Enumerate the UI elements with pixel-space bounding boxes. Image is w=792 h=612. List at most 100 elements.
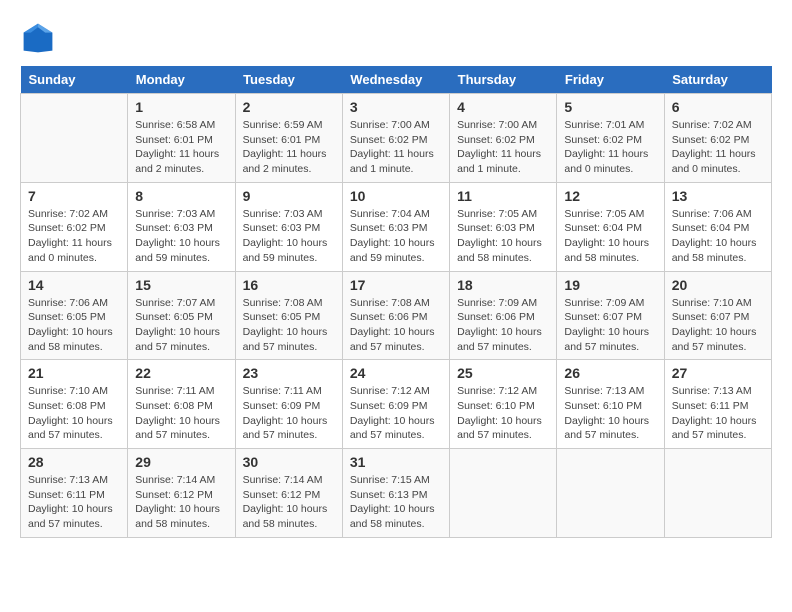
day-info: Sunrise: 7:13 AM Sunset: 6:10 PM Dayligh… xyxy=(564,384,656,443)
calendar-cell xyxy=(557,449,664,538)
day-number: 28 xyxy=(28,454,120,470)
calendar-cell: 23 Sunrise: 7:11 AM Sunset: 6:09 PM Dayli… xyxy=(235,360,342,449)
calendar-cell: 14 Sunrise: 7:06 AM Sunset: 6:05 PM Dayli… xyxy=(21,271,128,360)
day-info: Sunrise: 7:04 AM Sunset: 6:03 PM Dayligh… xyxy=(350,207,442,266)
day-number: 27 xyxy=(672,365,764,381)
day-info: Sunrise: 7:13 AM Sunset: 6:11 PM Dayligh… xyxy=(672,384,764,443)
day-number: 14 xyxy=(28,277,120,293)
calendar-cell: 18 Sunrise: 7:09 AM Sunset: 6:06 PM Dayli… xyxy=(450,271,557,360)
calendar-cell: 25 Sunrise: 7:12 AM Sunset: 6:10 PM Dayli… xyxy=(450,360,557,449)
day-info: Sunrise: 7:14 AM Sunset: 6:12 PM Dayligh… xyxy=(135,473,227,532)
calendar-cell: 11 Sunrise: 7:05 AM Sunset: 6:03 PM Dayli… xyxy=(450,182,557,271)
day-number: 11 xyxy=(457,188,549,204)
day-number: 30 xyxy=(243,454,335,470)
calendar-table: SundayMondayTuesdayWednesdayThursdayFrid… xyxy=(20,66,772,538)
weekday-header-friday: Friday xyxy=(557,66,664,94)
weekday-header-monday: Monday xyxy=(128,66,235,94)
weekday-header-tuesday: Tuesday xyxy=(235,66,342,94)
day-number: 2 xyxy=(243,99,335,115)
day-info: Sunrise: 7:10 AM Sunset: 6:07 PM Dayligh… xyxy=(672,296,764,355)
calendar-cell: 3Sunrise: 7:00 AM Sunset: 6:02 PM Daylig… xyxy=(342,94,449,183)
calendar-cell xyxy=(664,449,771,538)
week-row-3: 14 Sunrise: 7:06 AM Sunset: 6:05 PM Dayli… xyxy=(21,271,772,360)
day-number: 10 xyxy=(350,188,442,204)
day-info: Sunrise: 7:02 AM Sunset: 6:02 PM Dayligh… xyxy=(672,118,764,177)
calendar-cell: 28 Sunrise: 7:13 AM Sunset: 6:11 PM Dayli… xyxy=(21,449,128,538)
calendar-cell: 22 Sunrise: 7:11 AM Sunset: 6:08 PM Dayli… xyxy=(128,360,235,449)
calendar-cell: 7 Sunrise: 7:02 AM Sunset: 6:02 PM Daylig… xyxy=(21,182,128,271)
day-number: 6 xyxy=(672,99,764,115)
weekday-header-wednesday: Wednesday xyxy=(342,66,449,94)
calendar-cell: 29 Sunrise: 7:14 AM Sunset: 6:12 PM Dayli… xyxy=(128,449,235,538)
day-info: Sunrise: 7:09 AM Sunset: 6:07 PM Dayligh… xyxy=(564,296,656,355)
calendar-cell: 27 Sunrise: 7:13 AM Sunset: 6:11 PM Dayli… xyxy=(664,360,771,449)
weekday-header-sunday: Sunday xyxy=(21,66,128,94)
day-number: 22 xyxy=(135,365,227,381)
day-info: Sunrise: 7:15 AM Sunset: 6:13 PM Dayligh… xyxy=(350,473,442,532)
calendar-cell: 24Sunrise: 7:12 AM Sunset: 6:09 PM Dayli… xyxy=(342,360,449,449)
day-number: 5 xyxy=(564,99,656,115)
calendar-cell xyxy=(450,449,557,538)
logo xyxy=(20,20,62,56)
day-info: Sunrise: 7:05 AM Sunset: 6:03 PM Dayligh… xyxy=(457,207,549,266)
day-info: Sunrise: 7:06 AM Sunset: 6:04 PM Dayligh… xyxy=(672,207,764,266)
calendar-cell: 21 Sunrise: 7:10 AM Sunset: 6:08 PM Dayli… xyxy=(21,360,128,449)
day-number: 17 xyxy=(350,277,442,293)
day-info: Sunrise: 7:11 AM Sunset: 6:08 PM Dayligh… xyxy=(135,384,227,443)
day-number: 16 xyxy=(243,277,335,293)
calendar-cell: 16 Sunrise: 7:08 AM Sunset: 6:05 PM Dayli… xyxy=(235,271,342,360)
weekday-header-thursday: Thursday xyxy=(450,66,557,94)
day-info: Sunrise: 6:59 AM Sunset: 6:01 PM Dayligh… xyxy=(243,118,335,177)
day-number: 13 xyxy=(672,188,764,204)
day-info: Sunrise: 7:10 AM Sunset: 6:08 PM Dayligh… xyxy=(28,384,120,443)
day-number: 12 xyxy=(564,188,656,204)
calendar-cell: 9 Sunrise: 7:03 AM Sunset: 6:03 PM Daylig… xyxy=(235,182,342,271)
day-number: 26 xyxy=(564,365,656,381)
day-info: Sunrise: 7:07 AM Sunset: 6:05 PM Dayligh… xyxy=(135,296,227,355)
day-number: 9 xyxy=(243,188,335,204)
day-info: Sunrise: 7:08 AM Sunset: 6:06 PM Dayligh… xyxy=(350,296,442,355)
day-number: 21 xyxy=(28,365,120,381)
calendar-cell: 31 Sunrise: 7:15 AM Sunset: 6:13 PM Dayli… xyxy=(342,449,449,538)
day-info: Sunrise: 7:00 AM Sunset: 6:02 PM Dayligh… xyxy=(457,118,549,177)
day-number: 31 xyxy=(350,454,442,470)
calendar-cell: 15Sunrise: 7:07 AM Sunset: 6:05 PM Dayli… xyxy=(128,271,235,360)
day-info: Sunrise: 7:08 AM Sunset: 6:05 PM Dayligh… xyxy=(243,296,335,355)
calendar-cell: 30 Sunrise: 7:14 AM Sunset: 6:12 PM Dayli… xyxy=(235,449,342,538)
day-info: Sunrise: 7:09 AM Sunset: 6:06 PM Dayligh… xyxy=(457,296,549,355)
day-number: 23 xyxy=(243,365,335,381)
calendar-cell: 4 Sunrise: 7:00 AM Sunset: 6:02 PM Daylig… xyxy=(450,94,557,183)
day-info: Sunrise: 7:01 AM Sunset: 6:02 PM Dayligh… xyxy=(564,118,656,177)
calendar-cell: 19Sunrise: 7:09 AM Sunset: 6:07 PM Dayli… xyxy=(557,271,664,360)
day-number: 7 xyxy=(28,188,120,204)
day-number: 25 xyxy=(457,365,549,381)
day-info: Sunrise: 7:14 AM Sunset: 6:12 PM Dayligh… xyxy=(243,473,335,532)
day-number: 29 xyxy=(135,454,227,470)
calendar-cell: 6 Sunrise: 7:02 AM Sunset: 6:02 PM Daylig… xyxy=(664,94,771,183)
calendar-cell: 20Sunrise: 7:10 AM Sunset: 6:07 PM Dayli… xyxy=(664,271,771,360)
day-info: Sunrise: 7:12 AM Sunset: 6:09 PM Dayligh… xyxy=(350,384,442,443)
calendar-cell: 2 Sunrise: 6:59 AM Sunset: 6:01 PM Daylig… xyxy=(235,94,342,183)
day-info: Sunrise: 7:02 AM Sunset: 6:02 PM Dayligh… xyxy=(28,207,120,266)
calendar-cell: 1 Sunrise: 6:58 AM Sunset: 6:01 PM Daylig… xyxy=(128,94,235,183)
calendar-cell: 13 Sunrise: 7:06 AM Sunset: 6:04 PM Dayli… xyxy=(664,182,771,271)
day-info: Sunrise: 7:06 AM Sunset: 6:05 PM Dayligh… xyxy=(28,296,120,355)
day-number: 4 xyxy=(457,99,549,115)
day-info: Sunrise: 7:05 AM Sunset: 6:04 PM Dayligh… xyxy=(564,207,656,266)
calendar-cell: 5 Sunrise: 7:01 AM Sunset: 6:02 PM Daylig… xyxy=(557,94,664,183)
day-number: 3 xyxy=(350,99,442,115)
week-row-4: 21 Sunrise: 7:10 AM Sunset: 6:08 PM Dayli… xyxy=(21,360,772,449)
day-number: 18 xyxy=(457,277,549,293)
day-info: Sunrise: 7:12 AM Sunset: 6:10 PM Dayligh… xyxy=(457,384,549,443)
day-info: Sunrise: 7:03 AM Sunset: 6:03 PM Dayligh… xyxy=(135,207,227,266)
calendar-cell xyxy=(21,94,128,183)
calendar-cell: 12 Sunrise: 7:05 AM Sunset: 6:04 PM Dayli… xyxy=(557,182,664,271)
page-header xyxy=(20,20,772,56)
day-info: Sunrise: 7:11 AM Sunset: 6:09 PM Dayligh… xyxy=(243,384,335,443)
day-info: Sunrise: 6:58 AM Sunset: 6:01 PM Dayligh… xyxy=(135,118,227,177)
week-row-5: 28 Sunrise: 7:13 AM Sunset: 6:11 PM Dayli… xyxy=(21,449,772,538)
day-info: Sunrise: 7:03 AM Sunset: 6:03 PM Dayligh… xyxy=(243,207,335,266)
day-info: Sunrise: 7:13 AM Sunset: 6:11 PM Dayligh… xyxy=(28,473,120,532)
day-number: 1 xyxy=(135,99,227,115)
week-row-1: 1 Sunrise: 6:58 AM Sunset: 6:01 PM Daylig… xyxy=(21,94,772,183)
